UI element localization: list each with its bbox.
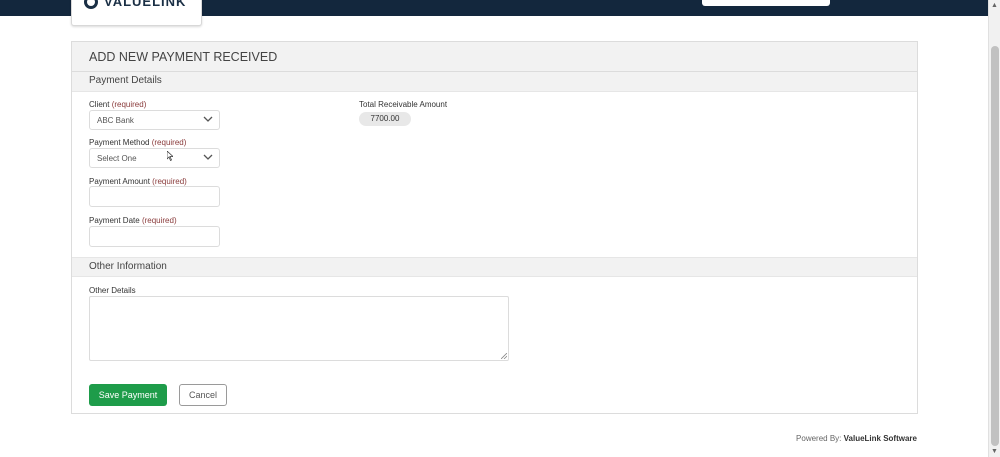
payment-method-select-value: Select One — [97, 154, 137, 163]
mouse-cursor-icon — [167, 151, 173, 161]
other-details-label: Other Details — [89, 286, 136, 295]
logo-text: VALUELINK — [104, 0, 187, 9]
required-note: (required) — [151, 138, 187, 147]
payment-date-input[interactable] — [89, 226, 220, 247]
payment-method-label: Payment Method (required) — [89, 138, 186, 147]
payment-form-panel: ADD NEW PAYMENT RECEIVED Payment Details… — [71, 41, 918, 414]
payment-amount-label: Payment Amount (required) — [89, 177, 187, 186]
required-note: (required) — [152, 177, 187, 186]
required-note: (required) — [141, 216, 177, 225]
scroll-up-icon[interactable]: ▲ — [991, 2, 998, 9]
section-payment-details: Payment Details — [72, 72, 917, 92]
scroll-thumb[interactable] — [991, 46, 999, 446]
save-payment-button[interactable]: Save Payment — [89, 384, 167, 406]
footer: Powered By: ValueLink Software — [796, 434, 917, 443]
other-details-textarea[interactable] — [89, 296, 509, 361]
client-select-value: ABC Bank — [97, 116, 134, 125]
logo-icon — [84, 0, 98, 9]
page-title: ADD NEW PAYMENT RECEIVED — [72, 42, 917, 72]
logo[interactable]: VALUELINK — [71, 0, 202, 26]
client-label-text: Client — [89, 100, 110, 109]
header-menu-button[interactable] — [702, 0, 830, 6]
payment-date-label-text: Payment Date — [89, 216, 140, 225]
payment-method-label-text: Payment Method — [89, 138, 150, 147]
total-receivable-label: Total Receivable Amount — [359, 100, 448, 109]
payment-amount-input[interactable] — [89, 186, 220, 207]
footer-brand[interactable]: ValueLink Software — [844, 434, 917, 443]
footer-prefix: Powered By: — [796, 434, 842, 443]
resize-handle-icon[interactable] — [501, 353, 507, 359]
payment-amount-label-text: Payment Amount — [89, 177, 150, 186]
client-label: Client (required) — [89, 100, 146, 109]
client-select[interactable]: ABC Bank — [89, 110, 220, 130]
cancel-button[interactable]: Cancel — [179, 384, 227, 406]
section-other-information: Other Information — [72, 257, 917, 277]
total-receivable-value: 7700.00 — [359, 112, 411, 126]
payment-date-label: Payment Date (required) — [89, 216, 177, 225]
chevron-down-icon — [203, 116, 213, 122]
page-scrollbar[interactable]: ▲ ▼ — [988, 0, 1000, 457]
required-note: (required) — [111, 100, 147, 109]
chevron-down-icon — [203, 154, 213, 160]
payment-method-select[interactable]: Select One — [89, 148, 220, 168]
scroll-down-icon[interactable]: ▼ — [991, 448, 998, 455]
